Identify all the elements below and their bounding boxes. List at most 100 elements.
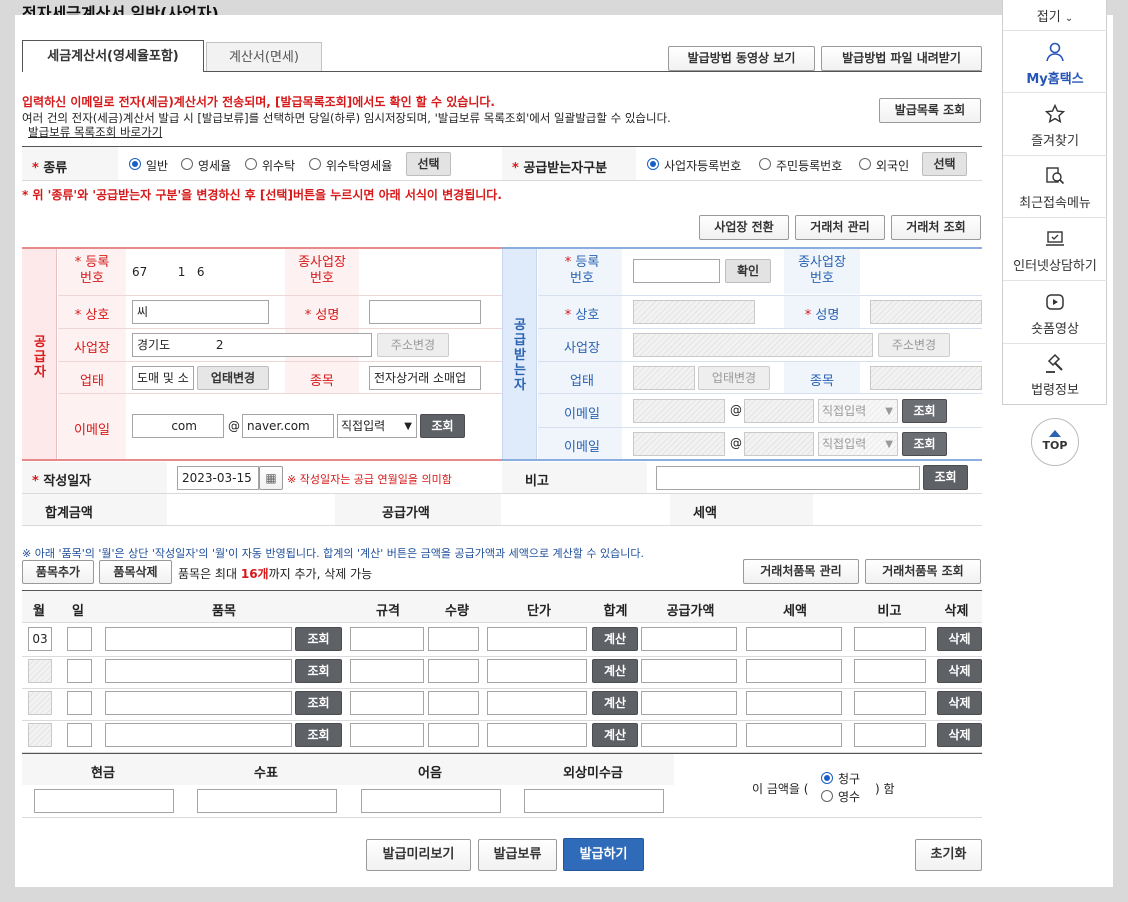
item-name-input[interactable] xyxy=(105,723,292,747)
calendar-icon[interactable]: ▦ xyxy=(259,466,283,490)
preview-button[interactable]: 발급미리보기 xyxy=(366,839,471,871)
item-calc-button[interactable]: 계산 xyxy=(592,723,638,747)
item-delete-button[interactable]: 삭제 xyxy=(937,627,982,651)
item-name-input[interactable] xyxy=(105,659,292,683)
scroll-top-button[interactable]: TOP xyxy=(1031,418,1079,466)
item-day-input[interactable] xyxy=(67,691,92,715)
item-query-button[interactable]: 조회 xyxy=(295,691,342,715)
buy-name-input[interactable] xyxy=(633,300,755,324)
file-download-button[interactable]: 발급방법 파일 내려받기 xyxy=(821,46,982,71)
item-tax-input[interactable] xyxy=(746,691,842,715)
recv-radio-resident[interactable] xyxy=(759,158,771,170)
item-calc-button[interactable]: 계산 xyxy=(592,659,638,683)
buy-biz-change-button[interactable]: 업태변경 xyxy=(698,366,770,390)
buy-email1-id-input[interactable] xyxy=(633,399,725,423)
buy-addr-change-button[interactable]: 주소변경 xyxy=(878,333,950,357)
item-remark-input[interactable] xyxy=(854,659,926,683)
item-tax-input[interactable] xyxy=(746,627,842,651)
item-day-input[interactable] xyxy=(67,659,92,683)
item-qty-input[interactable] xyxy=(428,723,479,747)
item-delete-button[interactable]: 삭제 xyxy=(937,723,982,747)
reset-button[interactable]: 초기화 xyxy=(915,839,982,871)
recv-radio-business[interactable] xyxy=(647,158,659,170)
item-name-input[interactable] xyxy=(105,691,292,715)
buy-email2-query-button[interactable]: 조회 xyxy=(902,432,947,456)
sup-addr-input[interactable]: 경기도 2 xyxy=(132,333,372,357)
issue-button[interactable]: 발급하기 xyxy=(563,838,644,871)
partner-query-button[interactable]: 거래처 조회 xyxy=(891,215,981,240)
hold-list-link[interactable]: 발급보류 목록조회 바로가기 xyxy=(28,124,162,140)
switch-workplace-button[interactable]: 사업장 전환 xyxy=(699,215,789,240)
law-info-item[interactable]: 법령정보 xyxy=(1003,352,1107,402)
item-query-button[interactable]: 조회 xyxy=(295,627,342,651)
tab-invoice[interactable]: 계산서(면세) xyxy=(206,42,322,72)
sup-item-input[interactable]: 전자상거래 소매업 xyxy=(369,366,481,390)
buy-email2-id-input[interactable] xyxy=(633,432,725,456)
item-month-input[interactable] xyxy=(28,691,52,715)
issue-list-button[interactable]: 발급목록 조회 xyxy=(879,98,981,123)
item-spec-input[interactable] xyxy=(350,723,424,747)
item-month-input[interactable]: 03 xyxy=(28,627,52,651)
item-spec-input[interactable] xyxy=(350,691,424,715)
remark-input[interactable] xyxy=(656,466,920,490)
type-radio-zero-rate[interactable] xyxy=(181,158,193,170)
item-query-button[interactable]: 조회 xyxy=(295,723,342,747)
item-tax-input[interactable] xyxy=(746,723,842,747)
buy-addr-input[interactable] xyxy=(633,333,873,357)
item-remark-input[interactable] xyxy=(854,723,926,747)
receipt-radio[interactable] xyxy=(821,790,833,802)
item-supply-input[interactable] xyxy=(641,659,737,683)
buy-email1-domain-input[interactable] xyxy=(744,399,814,423)
item-qty-input[interactable] xyxy=(428,627,479,651)
item-query-button[interactable]: 조회 xyxy=(295,659,342,683)
item-day-input[interactable] xyxy=(67,723,92,747)
type-radio-general[interactable] xyxy=(129,158,141,170)
recv-select-button[interactable]: 선택 xyxy=(922,152,967,176)
item-delete-button[interactable]: 삭제 xyxy=(937,659,982,683)
partner-manage-button[interactable]: 거래처 관리 xyxy=(795,215,885,240)
buy-email2-select[interactable]: 직접입력 ▼ xyxy=(818,432,898,456)
delete-item-button[interactable]: 품목삭제 xyxy=(99,560,172,584)
tab-tax-invoice[interactable]: 세금계산서(영세율포함) xyxy=(22,40,204,72)
buy-reg-input[interactable] xyxy=(633,259,720,283)
item-delete-button[interactable]: 삭제 xyxy=(937,691,982,715)
type-select-button[interactable]: 선택 xyxy=(406,152,451,176)
item-supply-input[interactable] xyxy=(641,723,737,747)
item-tax-input[interactable] xyxy=(746,659,842,683)
sup-email-query-button[interactable]: 조회 xyxy=(420,414,465,438)
type-radio-consign[interactable] xyxy=(245,158,257,170)
partner-items-query-button[interactable]: 거래처품목 조회 xyxy=(865,559,981,584)
buy-email1-select[interactable]: 직접입력 ▼ xyxy=(818,399,898,423)
sup-biz-change-button[interactable]: 업태변경 xyxy=(197,366,269,390)
item-calc-button[interactable]: 계산 xyxy=(592,627,638,651)
item-month-input[interactable] xyxy=(28,659,52,683)
item-supply-input[interactable] xyxy=(641,691,737,715)
item-spec-input[interactable] xyxy=(350,659,424,683)
online-consult-item[interactable]: 인터넷상담하기 xyxy=(1003,229,1107,279)
add-item-button[interactable]: 품목추가 xyxy=(22,560,94,584)
buy-email1-query-button[interactable]: 조회 xyxy=(902,399,947,423)
recent-menu-item[interactable]: 최근접속메뉴 xyxy=(1003,166,1107,216)
item-month-input[interactable] xyxy=(28,723,52,747)
date-input[interactable]: 2023-03-15 xyxy=(177,466,259,490)
item-remark-input[interactable] xyxy=(854,627,926,651)
buy-biz-input[interactable] xyxy=(633,366,695,390)
payment-amount-input[interactable] xyxy=(361,789,501,813)
favorites-item[interactable]: 즐겨찾기 xyxy=(1003,103,1107,154)
shortform-video-item[interactable]: 숏폼영상 xyxy=(1003,292,1107,342)
partner-items-manage-button[interactable]: 거래처품목 관리 xyxy=(743,559,859,584)
payment-amount-input[interactable] xyxy=(34,789,174,813)
sup-email-id-input[interactable]: com xyxy=(132,414,224,438)
item-unit-price-input[interactable] xyxy=(487,659,587,683)
sup-biz-input[interactable]: 도매 및 소 xyxy=(132,366,194,390)
type-radio-consign-zero[interactable] xyxy=(309,158,321,170)
collapse-toggle[interactable]: 접기 ⌄ xyxy=(1003,6,1107,28)
item-unit-price-input[interactable] xyxy=(487,691,587,715)
claim-radio[interactable] xyxy=(821,772,833,784)
item-calc-button[interactable]: 계산 xyxy=(592,691,638,715)
item-remark-input[interactable] xyxy=(854,691,926,715)
item-unit-price-input[interactable] xyxy=(487,723,587,747)
sup-addr-change-button[interactable]: 주소변경 xyxy=(377,333,449,357)
sup-email-domain-input[interactable]: naver.com xyxy=(242,414,334,438)
sup-name-input[interactable]: 씨 xyxy=(132,300,269,324)
